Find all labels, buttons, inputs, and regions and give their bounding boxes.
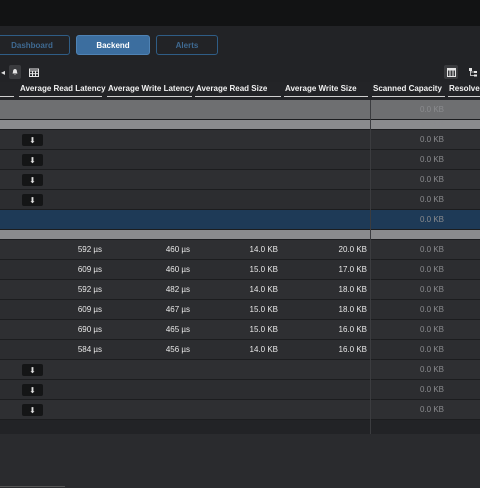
table-row[interactable]: 690 µs 465 µs 15.0 KB 16.0 KB 0.0 KB	[0, 320, 480, 340]
cell-avg-write-latency: 456 µs	[165, 345, 190, 354]
cell-avg-write-latency: 465 µs	[165, 325, 190, 334]
cell-avg-write-size: 18.0 KB	[338, 285, 367, 294]
expand-row-button[interactable]: ⬇	[22, 404, 43, 416]
cell-scanned-capacity: 0.0 KB	[419, 305, 444, 314]
cell-scanned-capacity: 0.0 KB	[419, 105, 444, 114]
cell-avg-read-size: 15.0 KB	[249, 325, 278, 334]
table-row-collapsed[interactable]: ⬇ 0.0 KB	[0, 170, 480, 190]
cell-scanned-capacity: 0.0 KB	[419, 365, 444, 374]
cell-avg-read-size: 14.0 KB	[249, 245, 278, 254]
cell-avg-write-latency: 460 µs	[165, 245, 190, 254]
table-row-collapsed[interactable]: ⬇ 0.0 KB	[0, 400, 480, 420]
cell-scanned-capacity: 0.0 KB	[419, 385, 444, 394]
calendar-icon[interactable]	[27, 65, 41, 79]
cell-scanned-capacity: 0.0 KB	[419, 325, 444, 334]
cell-scanned-capacity: 0.0 KB	[419, 135, 444, 144]
table-group-row[interactable]: 0.0 KB	[0, 210, 480, 230]
cell-scanned-capacity: 0.0 KB	[419, 175, 444, 184]
header-scanned-capacity[interactable]: Scanned Capacity	[373, 84, 442, 93]
header-resolved[interactable]: Resolved	[449, 84, 480, 93]
hierarchy-icon[interactable]	[466, 65, 480, 79]
arrow-left-icon[interactable]: ◂	[0, 65, 6, 79]
cell-avg-write-latency: 467 µs	[165, 305, 190, 314]
cell-scanned-capacity: 0.0 KB	[419, 265, 444, 274]
header-avg-write-size[interactable]: Average Write Size	[285, 84, 357, 93]
top-bar	[0, 0, 480, 26]
bell-icon[interactable]	[9, 65, 21, 79]
cell-avg-read-size: 14.0 KB	[249, 345, 278, 354]
data-grid: 0.0 KB 0.0 KB ⬇ 0.0 KB ⬇ 0.0 KB ⬇ 0.0 KB ⬇ 0.0 KB…	[0, 100, 480, 420]
table-row-collapsed[interactable]: ⬇ 0.0 KB	[0, 380, 480, 400]
cell-avg-read-latency: 690 µs	[77, 325, 102, 334]
cell-avg-write-latency: 460 µs	[165, 265, 190, 274]
cell-avg-read-size: 15.0 KB	[249, 265, 278, 274]
cell-avg-read-size: 15.0 KB	[249, 305, 278, 314]
cell-scanned-capacity: 0.0 KB	[419, 120, 444, 129]
expand-row-button[interactable]: ⬇	[22, 384, 43, 396]
cell-avg-write-size: 20.0 KB	[338, 245, 367, 254]
header-avg-read-latency[interactable]: Average Read Latency	[20, 84, 106, 93]
tab-dashboard[interactable]: Dashboard	[0, 35, 70, 55]
table-row[interactable]: 584 µs 456 µs 14.0 KB 16.0 KB 0.0 KB	[0, 340, 480, 360]
footer-line	[0, 486, 65, 487]
expand-row-button[interactable]: ⬇	[22, 194, 43, 206]
tab-backend[interactable]: Backend	[76, 35, 150, 55]
cell-scanned-capacity: 0.0 KB	[419, 215, 444, 224]
table-row-collapsed[interactable]: ⬇ 0.0 KB	[0, 360, 480, 380]
table-group-row[interactable]: 0.0 KB	[0, 120, 480, 130]
cell-avg-read-latency: 592 µs	[77, 285, 102, 294]
cell-scanned-capacity: 0.0 KB	[419, 345, 444, 354]
expand-row-button[interactable]: ⬇	[22, 174, 43, 186]
cell-scanned-capacity: 0.0 KB	[419, 245, 444, 254]
column-chooser-icon[interactable]	[444, 65, 458, 79]
expand-row-button[interactable]: ⬇	[22, 154, 43, 166]
table-group-row[interactable]	[0, 230, 480, 240]
cell-avg-write-size: 16.0 KB	[338, 325, 367, 334]
cell-avg-read-latency: 609 µs	[77, 305, 102, 314]
expand-row-button[interactable]: ⬇	[22, 134, 43, 146]
cell-scanned-capacity: 0.0 KB	[419, 155, 444, 164]
cell-scanned-capacity: 0.0 KB	[419, 195, 444, 204]
cell-avg-write-latency: 482 µs	[165, 285, 190, 294]
table-row[interactable]: 609 µs 467 µs 15.0 KB 18.0 KB 0.0 KB	[0, 300, 480, 320]
table-header: Average Read Latency Average Write Laten…	[0, 82, 480, 100]
table-row[interactable]: 592 µs 460 µs 14.0 KB 20.0 KB 0.0 KB	[0, 240, 480, 260]
cell-avg-read-latency: 584 µs	[77, 345, 102, 354]
cell-avg-read-latency: 592 µs	[77, 245, 102, 254]
table-row-collapsed[interactable]: ⬇ 0.0 KB	[0, 150, 480, 170]
cell-avg-write-size: 17.0 KB	[338, 265, 367, 274]
tab-bar: Dashboard Backend Alerts	[0, 35, 480, 55]
table-group-row[interactable]: 0.0 KB	[0, 100, 480, 120]
header-avg-write-latency[interactable]: Average Write Latency	[108, 84, 194, 93]
cell-scanned-capacity: 0.0 KB	[419, 285, 444, 294]
cell-avg-read-size: 14.0 KB	[249, 285, 278, 294]
cell-avg-read-latency: 609 µs	[77, 265, 102, 274]
expand-row-button[interactable]: ⬇	[22, 364, 43, 376]
table-row[interactable]: 609 µs 460 µs 15.0 KB 17.0 KB 0.0 KB	[0, 260, 480, 280]
tab-alerts[interactable]: Alerts	[156, 35, 218, 55]
table-row-collapsed[interactable]: ⬇ 0.0 KB	[0, 190, 480, 210]
cell-avg-write-size: 18.0 KB	[338, 305, 367, 314]
grid-footer	[0, 434, 480, 488]
cell-avg-write-size: 16.0 KB	[338, 345, 367, 354]
table-row[interactable]: 592 µs 482 µs 14.0 KB 18.0 KB 0.0 KB	[0, 280, 480, 300]
header-avg-read-size[interactable]: Average Read Size	[196, 84, 267, 93]
table-row-collapsed[interactable]: ⬇ 0.0 KB	[0, 130, 480, 150]
cell-scanned-capacity: 0.0 KB	[419, 405, 444, 414]
